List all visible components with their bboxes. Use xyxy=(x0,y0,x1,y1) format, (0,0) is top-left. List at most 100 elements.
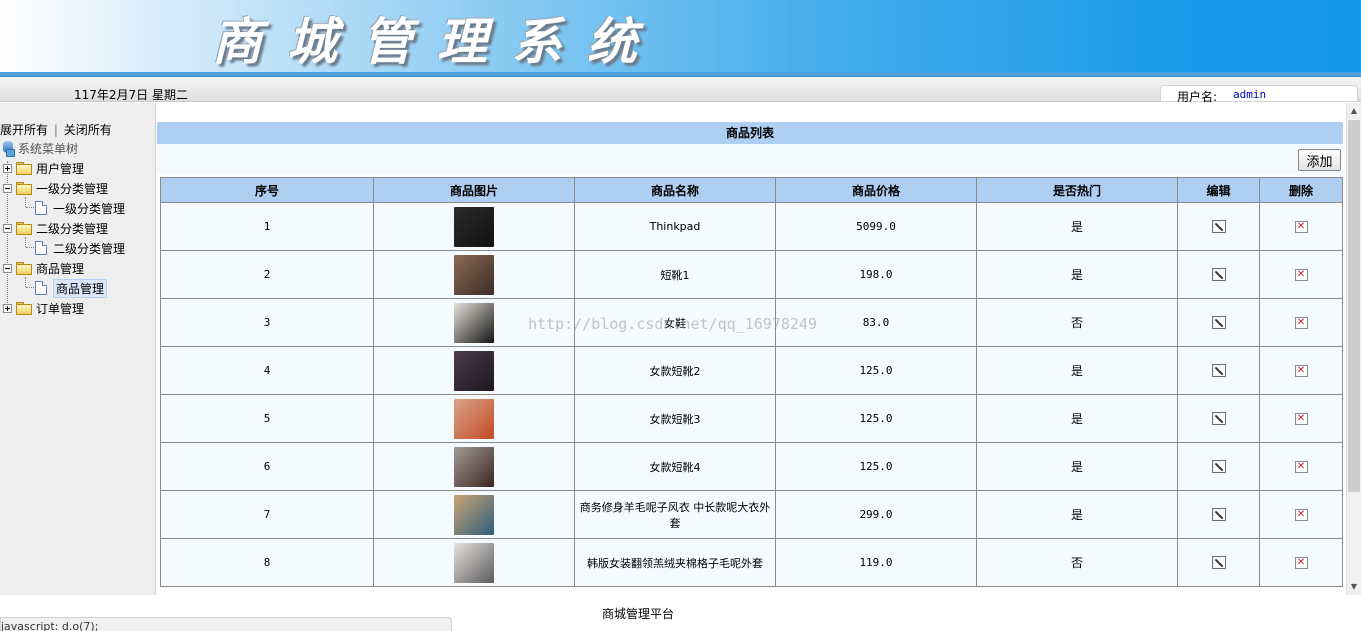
user-info-box: 用户名: admin xyxy=(1160,85,1358,104)
scroll-up-icon[interactable]: ▲ xyxy=(1347,103,1361,119)
edit-icon[interactable] xyxy=(1211,316,1226,330)
table-row: 1 Thinkpad 5099.0 是 ✕ xyxy=(160,202,1343,251)
page-icon xyxy=(35,281,47,295)
product-thumbnail xyxy=(454,350,494,391)
tree-connector xyxy=(25,277,26,287)
collapse-icon[interactable] xyxy=(3,183,12,193)
row-number: 5 xyxy=(160,394,374,443)
column-header: 是否热门 xyxy=(976,177,1178,203)
edit-icon[interactable] xyxy=(1211,268,1226,282)
delete-icon[interactable]: ✕ xyxy=(1294,317,1308,329)
tree-node-category-level1[interactable]: 一级分类管理 xyxy=(3,179,108,197)
product-name: 女款短靴2 xyxy=(574,346,776,395)
delete-icon[interactable]: ✕ xyxy=(1294,413,1308,425)
product-image-cell xyxy=(373,490,575,539)
product-thumbnail xyxy=(454,398,494,439)
edit-cell xyxy=(1177,346,1260,395)
product-name: 韩版女装翻领羔绒夹棉格子毛呢外套 xyxy=(574,538,776,587)
tree-node-product-management[interactable]: 商品管理 xyxy=(3,259,84,277)
row-number: 1 xyxy=(160,202,374,251)
scroll-down-icon[interactable]: ▼ xyxy=(1347,579,1361,595)
product-thumbnail xyxy=(454,494,494,535)
product-hot: 是 xyxy=(976,394,1178,443)
expand-icon[interactable] xyxy=(3,303,12,313)
main-content: 商品列表 添加 序号 商品图片 商品名称 商品价格 是否热门 编辑 删除 1 Th… xyxy=(156,103,1346,595)
product-thumbnail xyxy=(454,542,494,583)
info-bar: 117年2月7日 星期二 用户名: admin xyxy=(0,78,1361,104)
product-name: 商务修身羊毛呢子风衣 中长款呢大衣外套 xyxy=(574,490,776,539)
tree-leaf-category-level2[interactable]: 二级分类管理 xyxy=(35,239,125,257)
header-banner: 商城管理系统 xyxy=(0,0,1361,72)
edit-cell xyxy=(1177,298,1260,347)
collapse-icon[interactable] xyxy=(3,263,12,273)
tree-node-label: 订单管理 xyxy=(36,301,85,316)
table-row: 8 韩版女装翻领羔绒夹棉格子毛呢外套 119.0 否 ✕ xyxy=(160,538,1343,587)
tree-leaf-label: 二级分类管理 xyxy=(53,241,126,256)
folder-open-icon xyxy=(16,222,32,235)
product-image-cell xyxy=(373,394,575,443)
edit-icon[interactable] xyxy=(1211,460,1226,474)
scrollbar[interactable]: ▲ ▼ xyxy=(1346,103,1361,595)
tree-node-user-management[interactable]: 用户管理 xyxy=(3,159,84,177)
delete-icon[interactable]: ✕ xyxy=(1294,557,1308,569)
app-title: 商城管理系统 xyxy=(212,12,662,71)
product-thumbnail xyxy=(454,206,494,247)
product-hot: 是 xyxy=(976,250,1178,299)
product-image-cell xyxy=(373,298,575,347)
delete-icon[interactable]: ✕ xyxy=(1294,461,1308,473)
tree-node-order-management[interactable]: 订单管理 xyxy=(3,299,84,317)
edit-cell xyxy=(1177,202,1260,251)
edit-icon[interactable] xyxy=(1211,508,1226,522)
tree-root[interactable]: 系统菜单树 xyxy=(2,140,78,157)
product-price: 125.0 xyxy=(775,442,977,491)
delete-cell: ✕ xyxy=(1259,538,1343,587)
delete-icon[interactable]: ✕ xyxy=(1294,221,1308,233)
table-row: 7 商务修身羊毛呢子风衣 中长款呢大衣外套 299.0 是 ✕ xyxy=(160,490,1343,539)
folder-icon xyxy=(16,302,32,315)
tree-leaf-category-level1[interactable]: 一级分类管理 xyxy=(35,199,125,217)
product-image-cell xyxy=(373,442,575,491)
edit-icon[interactable] xyxy=(1211,364,1226,378)
delete-icon[interactable]: ✕ xyxy=(1294,509,1308,521)
collapse-all-link[interactable]: 关闭所有 xyxy=(64,123,112,137)
delete-icon[interactable]: ✕ xyxy=(1294,269,1308,281)
edit-icon[interactable] xyxy=(1211,220,1226,234)
tree-leaf-label: 一级分类管理 xyxy=(53,201,126,216)
collapse-icon[interactable] xyxy=(3,223,12,233)
status-bar: javascript: d.o(7); xyxy=(0,617,452,631)
edit-cell xyxy=(1177,250,1260,299)
product-hot: 是 xyxy=(976,490,1178,539)
tree-node-category-level2[interactable]: 二级分类管理 xyxy=(3,219,108,237)
edit-icon[interactable] xyxy=(1211,556,1226,570)
product-price: 198.0 xyxy=(775,250,977,299)
row-number: 8 xyxy=(160,538,374,587)
product-table: 序号 商品图片 商品名称 商品价格 是否热门 编辑 删除 1 Thinkpad 50… xyxy=(160,177,1343,587)
product-hot: 是 xyxy=(976,346,1178,395)
edit-icon[interactable] xyxy=(1211,412,1226,426)
expand-icon[interactable] xyxy=(3,163,12,173)
column-header: 删除 xyxy=(1259,177,1343,203)
row-number: 4 xyxy=(160,346,374,395)
list-title: 商品列表 xyxy=(157,122,1343,144)
tree-connector xyxy=(25,237,26,247)
edit-cell xyxy=(1177,538,1260,587)
product-hot: 否 xyxy=(976,298,1178,347)
row-number: 7 xyxy=(160,490,374,539)
table-row: 4 女款短靴2 125.0 是 ✕ xyxy=(160,346,1343,395)
product-price: 83.0 xyxy=(775,298,977,347)
add-button[interactable]: 添加 xyxy=(1298,149,1341,171)
delete-cell: ✕ xyxy=(1259,490,1343,539)
footer-text: 商城管理平台 xyxy=(602,607,675,621)
folder-open-icon xyxy=(16,262,32,275)
table-row: 2 短靴1 198.0 是 ✕ xyxy=(160,250,1343,299)
column-header: 序号 xyxy=(160,177,374,203)
product-name: 女款短靴3 xyxy=(574,394,776,443)
table-row: 5 女款短靴3 125.0 是 ✕ xyxy=(160,394,1343,443)
row-number: 6 xyxy=(160,442,374,491)
expand-all-link[interactable]: 展开所有 xyxy=(0,123,48,137)
delete-icon[interactable]: ✕ xyxy=(1294,365,1308,377)
tree-node-label: 二级分类管理 xyxy=(36,221,109,236)
tree-leaf-product-management[interactable]: 商品管理 xyxy=(35,278,108,298)
row-number: 3 xyxy=(160,298,374,347)
scroll-thumb[interactable] xyxy=(1348,120,1360,492)
